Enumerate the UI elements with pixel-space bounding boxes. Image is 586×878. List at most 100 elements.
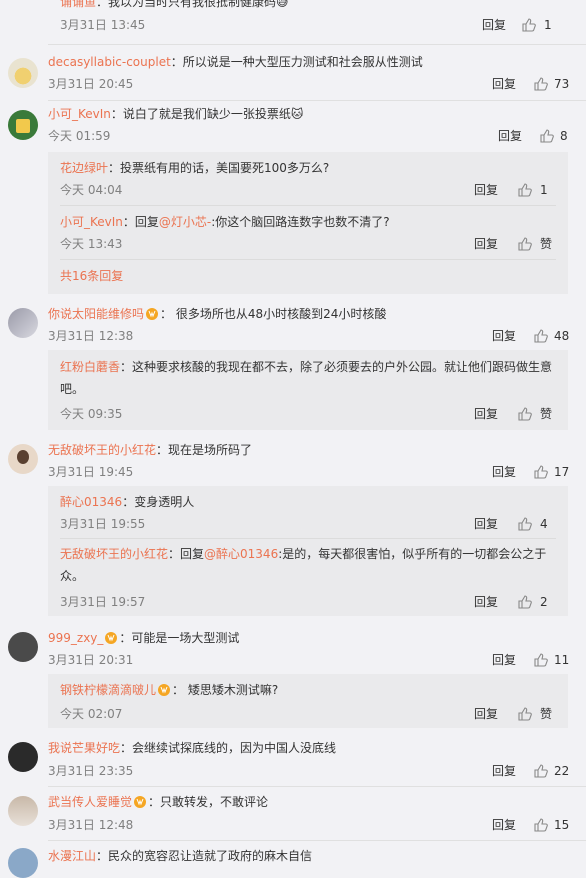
like-count: 8 — [560, 129, 568, 143]
comment-text: ：现在是场所码了 — [156, 443, 253, 457]
reply-button[interactable]: 回复 — [474, 406, 498, 422]
thumbs-up-icon[interactable] — [518, 707, 532, 721]
vip-badge-icon — [158, 684, 171, 696]
divider — [48, 100, 586, 101]
reply-button[interactable]: 回复 — [474, 236, 498, 252]
sub-replies: 花边绿叶：投票纸有用的话，美国要死100多万么? 今天 04:04 回复 1 小… — [48, 152, 568, 294]
reply-button[interactable]: 回复 — [492, 76, 516, 92]
like-count: 15 — [554, 818, 570, 832]
vip-badge-icon — [146, 308, 159, 320]
thumbs-up-icon[interactable] — [534, 329, 548, 343]
like-count: 73 — [554, 77, 570, 91]
comment-author[interactable]: 武当传人爱睡觉 — [48, 795, 132, 809]
divider — [60, 259, 556, 260]
reply-author[interactable]: 花边绿叶 — [60, 161, 108, 175]
reply-button[interactable]: 回复 — [474, 516, 498, 532]
thumbs-up-icon[interactable] — [518, 183, 532, 197]
thumbs-up-icon[interactable] — [518, 595, 532, 609]
like-count: 48 — [554, 329, 570, 343]
reply-button[interactable]: 回复 — [492, 464, 516, 480]
comment-author[interactable]: 无敌破坏王的小红花 — [48, 443, 156, 457]
reply-text: ：投票纸有用的话，美国要死100多万么? — [108, 161, 330, 175]
like-count: 22 — [554, 764, 570, 778]
sub-reply: 红粉白蘑香：这种要求核酸的我现在都不去，除了必须要去的户外公园。就让他们跟码做生… — [48, 350, 568, 430]
comment-item: 小可_KevIn：说白了就是我们缺少一张投票纸🐱 今天 01:59 回复 8 花… — [0, 102, 586, 294]
mention-link[interactable]: @醉心01346 — [204, 547, 278, 561]
thumbs-up-icon[interactable] — [518, 407, 532, 421]
mention-link[interactable]: @灯小芯- — [159, 215, 211, 229]
like-count: 1 — [540, 183, 548, 197]
reply-button[interactable]: 回复 — [474, 594, 498, 610]
reply-button[interactable]: 回复 — [492, 652, 516, 668]
divider — [48, 786, 586, 787]
avatar[interactable] — [8, 444, 38, 474]
comment-author[interactable]: 你说太阳能维修吗 — [48, 307, 144, 321]
comment-author[interactable]: decasyllabic-couplet — [48, 55, 171, 69]
avatar[interactable] — [8, 58, 38, 88]
thumbs-up-icon[interactable] — [522, 18, 536, 32]
comment-item: 我说芒果好吃：会继续试探底线的，因为中国人没底线 3月31日 23:35 回复 … — [0, 734, 586, 786]
avatar[interactable] — [8, 796, 38, 826]
sub-replies: 醉心01346：变身透明人 3月31日 19:55 回复 4 无敌破坏王的小红花… — [48, 486, 568, 616]
sub-replies: 钢铁柠檬滴滴啵儿 ： 矮思矮木测试嘛? 今天 02:07 回复 赞 — [48, 674, 568, 728]
reply-author[interactable]: 钢铁柠檬滴滴啵儿 — [60, 683, 156, 697]
thumbs-up-icon[interactable] — [534, 77, 548, 91]
reply-text: :你这个脑回路连数字也数不清了? — [211, 215, 390, 229]
thumbs-up-icon[interactable] — [534, 465, 548, 479]
like-count: 2 — [540, 595, 548, 609]
comment-item: 你说太阳能维修吗 ： 很多场所也从48小时核酸到24小时核酸 3月31日 12:3… — [0, 300, 586, 432]
comment-item: 武当传人爱睡觉 ：只敢转发，不敢评论 3月31日 12:48 回复 15 — [0, 788, 586, 840]
reply-button[interactable]: 回复 — [474, 182, 498, 198]
reply-author[interactable]: 无敌破坏王的小红花 — [60, 547, 168, 561]
avatar[interactable] — [8, 848, 38, 878]
reply-time: 3月31日 19:55 — [60, 517, 146, 531]
thumbs-up-icon[interactable] — [534, 764, 548, 778]
reply-prefix: ：回复 — [122, 215, 159, 229]
comment-author[interactable]: 我说芒果好吃 — [48, 741, 120, 755]
comment-text: ：我以为当时只有我很抵制健康码😅 — [96, 0, 289, 9]
reply-button[interactable]: 回复 — [498, 128, 522, 144]
reply-author[interactable]: 红粉白蘑香 — [60, 360, 120, 374]
reply-author[interactable]: 醉心01346 — [60, 495, 122, 509]
reply-author[interactable]: 小可_KevIn — [60, 215, 123, 229]
comment-time: 今天 01:59 — [48, 129, 111, 143]
avatar[interactable] — [8, 632, 38, 662]
comment-time: 3月31日 20:31 — [48, 653, 134, 667]
avatar[interactable] — [8, 110, 38, 140]
thumbs-up-icon[interactable] — [518, 237, 532, 251]
reply-button[interactable]: 回复 — [482, 17, 506, 33]
comment-text: ：会继续试探底线的，因为中国人没底线 — [120, 741, 337, 755]
comment-text: ：民众的宽容忍让造就了政府的麻木自信 — [96, 849, 313, 863]
thumbs-up-icon[interactable] — [540, 129, 554, 143]
reply-time: 今天 04:04 — [60, 183, 123, 197]
more-replies-link[interactable]: 共16条回复 — [60, 268, 123, 284]
comment-time: 3月31日 12:48 — [48, 818, 134, 832]
like-count: 1 — [544, 18, 552, 32]
reply-button[interactable]: 回复 — [492, 817, 516, 833]
reply-text: ：变身透明人 — [122, 495, 195, 509]
reply-button[interactable]: 回复 — [474, 706, 498, 722]
reply-prefix: ：回复 — [168, 547, 205, 561]
comment-author[interactable]: 水漫江山 — [48, 849, 96, 863]
sub-replies: 红粉白蘑香：这种要求核酸的我现在都不去，除了必须要去的户外公园。就让他们跟码做生… — [48, 350, 568, 430]
comment-item: 水漫江山：民众的宽容忍让造就了政府的麻木自信 — [0, 842, 586, 878]
like-count: 17 — [554, 465, 570, 479]
thumbs-up-icon[interactable] — [518, 517, 532, 531]
comment-item: 无敌破坏王的小红花：现在是场所码了 3月31日 19:45 回复 17 醉心01… — [0, 436, 586, 620]
comment-author[interactable]: 诵诵鱼 — [60, 0, 96, 9]
sub-reply: 无敌破坏王的小红花：回复@醉心01346:是的，每天都很害怕，似乎所有的一切都会… — [48, 539, 568, 616]
avatar[interactable] — [8, 742, 38, 772]
thumbs-up-icon[interactable] — [534, 818, 548, 832]
thumbs-up-icon[interactable] — [534, 653, 548, 667]
comment-text: ： 很多场所也从48小时核酸到24小时核酸 — [160, 307, 387, 321]
reply-button[interactable]: 回复 — [492, 763, 516, 779]
like-label: 赞 — [540, 407, 553, 421]
comment-time: 3月31日 19:45 — [48, 465, 134, 479]
comment-author[interactable]: 小可_KevIn — [48, 107, 111, 121]
comment-author[interactable]: 999_zxy_ — [48, 631, 103, 645]
divider — [48, 44, 586, 45]
avatar[interactable] — [8, 308, 38, 338]
vip-badge-icon — [134, 796, 147, 808]
reply-button[interactable]: 回复 — [492, 328, 516, 344]
reply-time: 3月31日 19:57 — [60, 595, 146, 609]
